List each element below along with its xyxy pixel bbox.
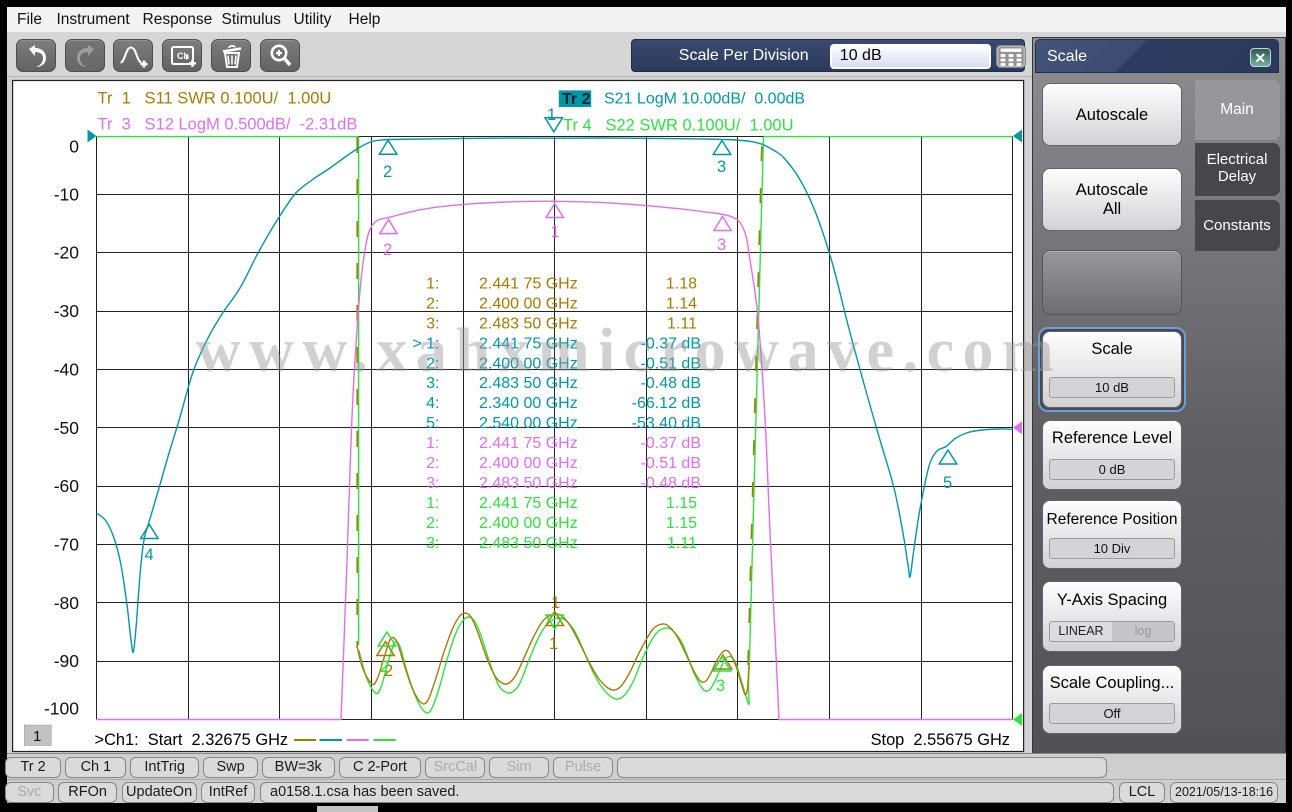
svg-text:1:: 1: — [426, 276, 439, 293]
svg-text:1.15: 1.15 — [666, 495, 697, 512]
svg-text:3: 3 — [717, 236, 726, 254]
svg-text:1:: 1: — [426, 435, 439, 452]
svg-text:2: 2 — [383, 163, 392, 181]
svg-text:S21 LogM 10.00dB/ 0.00dB: S21 LogM 10.00dB/ 0.00dB — [604, 91, 805, 108]
svg-text:3:: 3: — [426, 535, 439, 552]
svg-text:-0.37 dB: -0.37 dB — [641, 435, 701, 452]
svg-text:1: 1 — [551, 223, 560, 241]
svg-text:1: 1 — [549, 635, 558, 653]
svg-text:2.483 50 GHz: 2.483 50 GHz — [479, 475, 578, 492]
svg-text:1: 1 — [551, 594, 560, 612]
svg-text:2.400 00 GHz: 2.400 00 GHz — [479, 455, 578, 472]
svg-text:1.14: 1.14 — [666, 295, 697, 312]
svg-text:5:: 5: — [426, 415, 439, 432]
svg-text:Tr 2: Tr 2 — [562, 91, 591, 108]
svg-text:2.441 75 GHz: 2.441 75 GHz — [479, 495, 578, 512]
svg-text:1.11: 1.11 — [667, 535, 697, 552]
svg-text:4:: 4: — [426, 395, 439, 412]
svg-text:-10: -10 — [54, 184, 80, 204]
svg-text:1.15: 1.15 — [666, 515, 697, 532]
svg-text:-50: -50 — [54, 418, 80, 438]
svg-text:-40: -40 — [54, 359, 80, 379]
svg-text:Tr 4 S22 SWR 0.100U/ 1.00U: Tr 4 S22 SWR 0.100U/ 1.00U — [563, 117, 793, 135]
svg-text:Stop 2.55675 GHz: Stop 2.55675 GHz — [871, 731, 1010, 749]
svg-text:1: 1 — [547, 106, 556, 124]
svg-text:>Ch1: Start 2.32675 GHz: >Ch1: Start 2.32675 GHz — [95, 731, 289, 749]
svg-text:2:: 2: — [426, 455, 439, 472]
svg-text:3: 3 — [717, 158, 726, 176]
svg-text:4: 4 — [145, 546, 154, 564]
svg-text:-30: -30 — [54, 301, 80, 321]
svg-text:2.441 75 GHz: 2.441 75 GHz — [479, 435, 578, 452]
svg-text:3: 3 — [716, 677, 725, 695]
svg-text:2.400 00 GHz: 2.400 00 GHz — [479, 515, 578, 532]
svg-text:5: 5 — [943, 474, 952, 492]
svg-text:-60: -60 — [54, 476, 80, 496]
svg-text:1.18: 1.18 — [666, 276, 697, 293]
svg-text:-70: -70 — [54, 535, 80, 555]
svg-text:-0.48 dB: -0.48 dB — [641, 475, 701, 492]
svg-text:3:: 3: — [426, 475, 439, 492]
svg-text:-20: -20 — [54, 243, 80, 263]
svg-text:0: 0 — [69, 137, 79, 157]
svg-text:2.483 50 GHz: 2.483 50 GHz — [479, 535, 578, 552]
svg-text:Tr 3 S12 LogM 0.500dB/ -2.: Tr 3 S12 LogM 0.500dB/ -2.31dB — [98, 116, 358, 134]
svg-text:2: 2 — [383, 241, 392, 259]
svg-text:2.400 00 GHz: 2.400 00 GHz — [479, 295, 578, 312]
svg-text:-0.51 dB: -0.51 dB — [641, 455, 701, 472]
svg-text:2:: 2: — [426, 295, 439, 312]
svg-text:-53.40 dB: -53.40 dB — [632, 415, 701, 432]
svg-text:Tr 1 S11 SWR 0.100U/ 1.00U: Tr 1 S11 SWR 0.100U/ 1.00U — [98, 90, 332, 108]
svg-text:-66.12 dB: -66.12 dB — [632, 395, 701, 412]
svg-text:2.340 00 GHz: 2.340 00 GHz — [479, 395, 578, 412]
svg-text:-100: -100 — [44, 699, 79, 719]
svg-text:2:: 2: — [426, 515, 439, 532]
svg-text:1: 1 — [33, 728, 41, 745]
svg-text:1:: 1: — [426, 495, 439, 512]
svg-text:2: 2 — [380, 658, 389, 676]
svg-text:-90: -90 — [54, 651, 80, 671]
svg-text:2.441 75 GHz: 2.441 75 GHz — [479, 276, 578, 293]
svg-text:-80: -80 — [54, 593, 80, 613]
svg-text:2.540 00 GHz: 2.540 00 GHz — [479, 415, 578, 432]
